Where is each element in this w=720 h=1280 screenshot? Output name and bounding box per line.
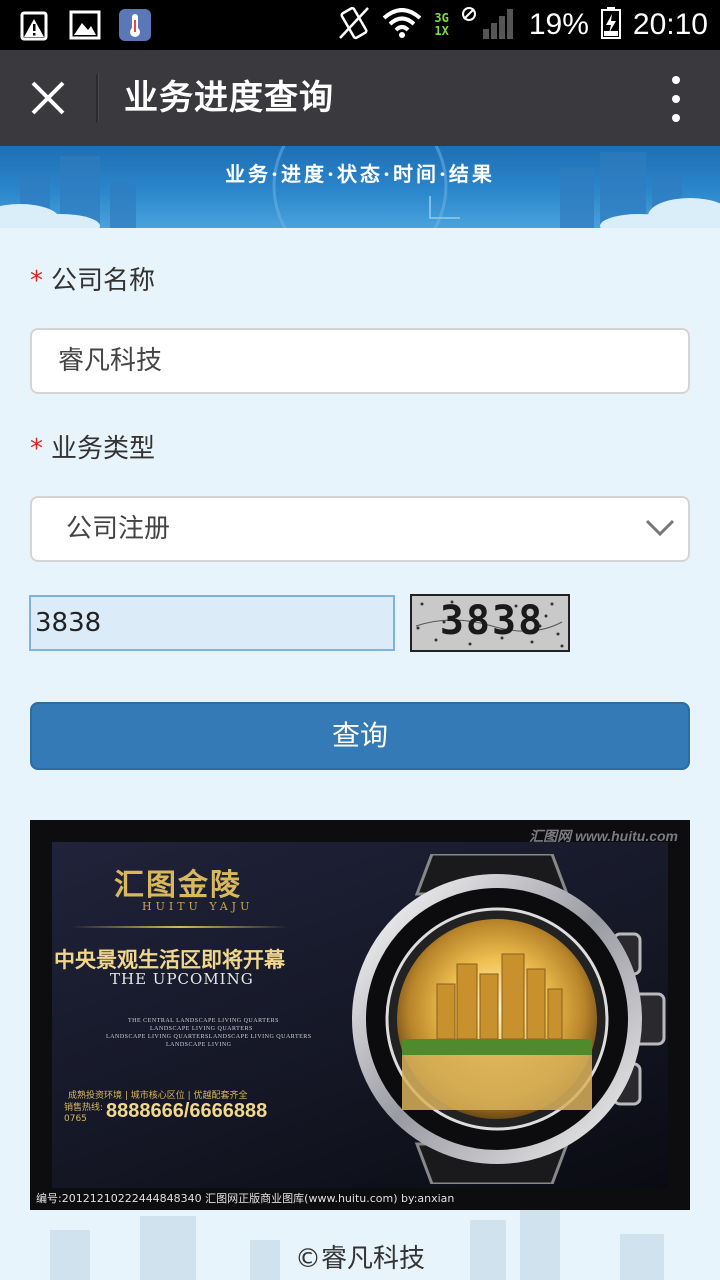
ad-small-line: THE CENTRAL LANDSCAPE LIVING QUARTERS [128, 1018, 279, 1024]
captcha-text: 3838 [439, 598, 545, 644]
ad-small-line: LANDSCAPE LIVING QUARTERSLANDSCAPE LIVIN… [106, 1034, 312, 1040]
ad-upcoming: THE UPCOMING [110, 970, 254, 988]
required-mark: * [30, 266, 43, 296]
ad-brand: 汇图金陵 [114, 868, 242, 903]
alert-icon [18, 8, 52, 42]
company-name-label: * 公司名称 [30, 260, 155, 297]
business-type-value: 公司注册 [66, 514, 171, 544]
business-type-label-text: 业务类型 [51, 434, 156, 464]
ad-brand-sub: HUITU YAJU [142, 900, 254, 913]
network-type-bottom: 1X [434, 24, 449, 38]
company-name-label-text: 公司名称 [51, 266, 156, 296]
header-banner: 业务·进度·状态·时间·结果 [0, 146, 720, 228]
clock: 20:10 [632, 8, 708, 41]
business-type-select[interactable]: 公司注册 [30, 496, 690, 562]
ad-hotline: 销售热线: 0765 [64, 1103, 103, 1125]
chevron-down-icon [645, 519, 675, 537]
battery-percent: 19% [528, 8, 589, 41]
copyright-text: ©睿凡科技 [294, 1244, 425, 1274]
image-icon [68, 8, 102, 42]
rotation-icon [338, 6, 370, 44]
advertisement-image[interactable]: 汇图网 www.huitu.com 汇图金陵 HUITU YAJU 中央景观生活… [30, 820, 690, 1210]
ad-small-line: LANDSCAPE LIVING QUARTERS [150, 1026, 253, 1032]
banner-slogan: 业务·进度·状态·时间·结果 [225, 162, 495, 186]
ad-divider [70, 926, 290, 928]
more-options-button[interactable] [666, 76, 686, 122]
captcha-input[interactable]: 3838 [29, 595, 395, 651]
ad-hotline-label: 销售热线: [64, 1103, 104, 1113]
business-type-label: * 业务类型 [30, 428, 155, 465]
ad-area-code: 0765 [64, 1114, 87, 1124]
more-dot-icon [672, 114, 680, 122]
battery-charging-icon [600, 7, 621, 43]
ad-phone: 8888666/6666888 [106, 1100, 268, 1122]
close-icon [31, 81, 65, 115]
more-dot-icon [672, 95, 680, 103]
signal-icon [461, 7, 517, 43]
page-title: 业务进度查询 [124, 78, 334, 118]
status-bar: 3G 1X 19% 20:10 [0, 0, 720, 50]
captcha-image[interactable]: 3838 [410, 594, 570, 652]
more-dot-icon [672, 76, 680, 84]
thermometer-icon [118, 8, 152, 42]
wifi-icon [382, 8, 422, 42]
title-divider [96, 74, 98, 122]
close-button[interactable] [22, 72, 74, 124]
ad-small-line: LANDSCAPE LIVING [166, 1042, 232, 1048]
company-name-input[interactable]: 睿凡科技 [30, 328, 690, 394]
required-mark: * [30, 434, 43, 464]
title-bar: 业务进度查询 [0, 50, 720, 146]
watch-graphic [352, 854, 666, 1184]
query-button[interactable]: 查询 [30, 702, 690, 770]
ad-footer: 编号:20121210222444848340 汇图网正版商业图库(www.hu… [36, 1192, 455, 1205]
